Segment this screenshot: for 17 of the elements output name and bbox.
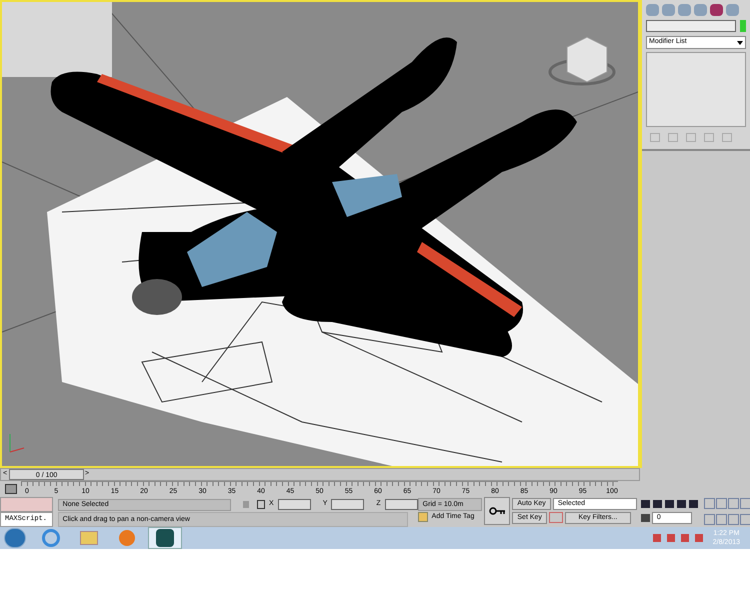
set-key-mode-button[interactable] bbox=[484, 497, 510, 525]
y-coordinate-field[interactable] bbox=[331, 499, 364, 510]
media-player-icon bbox=[119, 530, 135, 546]
dropdown-arrow-icon bbox=[737, 40, 743, 44]
axis-tripod-icon bbox=[10, 434, 24, 452]
view-cube-icon[interactable] bbox=[548, 36, 616, 86]
start-button[interactable] bbox=[4, 528, 26, 548]
browser-icon bbox=[42, 529, 60, 547]
z-coordinate-field[interactable] bbox=[384, 499, 418, 510]
object-color-swatch[interactable] bbox=[740, 20, 746, 32]
object-name-field[interactable] bbox=[646, 20, 736, 32]
folder-icon bbox=[80, 531, 98, 545]
modifier-stack-list[interactable] bbox=[646, 52, 746, 127]
taskbar-app-button[interactable] bbox=[148, 527, 182, 549]
key-icon bbox=[489, 507, 506, 515]
x-coordinate-field[interactable] bbox=[278, 499, 311, 510]
application-icon bbox=[156, 529, 174, 547]
